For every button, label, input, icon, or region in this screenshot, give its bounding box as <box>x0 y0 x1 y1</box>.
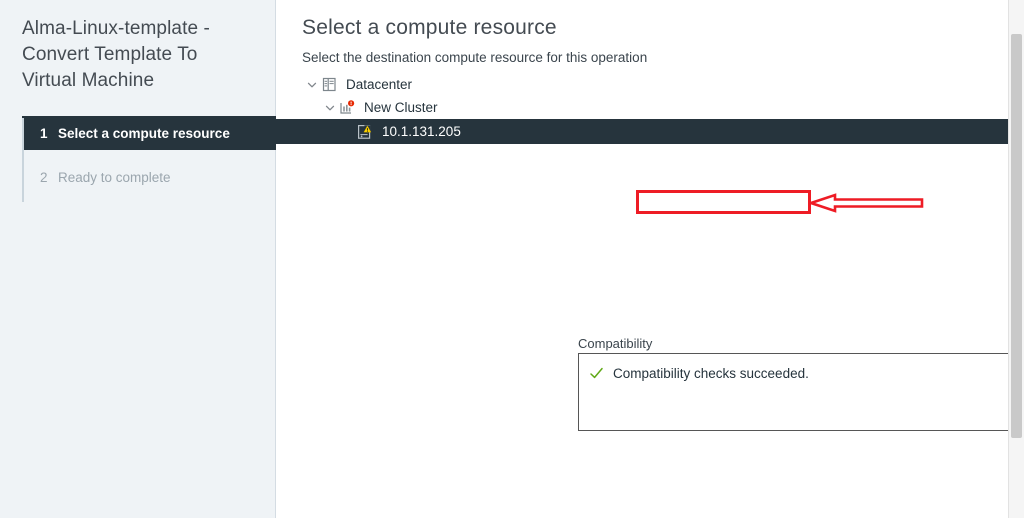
wizard-title: Alma-Linux-template - Convert Template T… <box>22 18 210 91</box>
page-title: Select a compute resource <box>302 16 557 39</box>
compatibility-message: Compatibility checks succeeded. <box>613 366 809 381</box>
annotation-highlight-box <box>636 190 811 214</box>
tree-node-host-10-1-131-205[interactable]: 10.1.131.205 <box>276 119 1024 144</box>
sidebar-step-select-compute-resource[interactable]: 1 Select a compute resource <box>22 116 276 150</box>
convert-template-wizard: Alma-Linux-template - Convert Template T… <box>0 0 1024 518</box>
sidebar-step-ready-to-complete[interactable]: 2 Ready to complete <box>22 160 275 194</box>
wizard-sidebar: Alma-Linux-template - Convert Template T… <box>0 0 276 518</box>
steps-rail <box>22 118 24 202</box>
step-label: Ready to complete <box>58 169 171 185</box>
tree-node-label: New Cluster <box>364 100 438 115</box>
step-label: Select a compute resource <box>58 125 230 141</box>
cluster-icon <box>338 99 356 116</box>
scrollbar-thumb[interactable] <box>1011 34 1022 438</box>
compute-resource-tree: Datacenter New Cluster 10.1.131.205 <box>276 73 1024 214</box>
compatibility-message-row: Compatibility checks succeeded. <box>579 354 1024 381</box>
tree-node-label: 10.1.131.205 <box>382 124 461 139</box>
chevron-down-icon[interactable] <box>304 80 320 90</box>
step-number: 2 <box>40 169 48 185</box>
wizard-steps: 1 Select a compute resource 2 Ready to c… <box>0 116 276 202</box>
step-number: 1 <box>40 125 48 141</box>
tree-node-datacenter[interactable]: Datacenter <box>276 73 1024 96</box>
compatibility-label: Compatibility <box>578 336 653 351</box>
wizard-main-panel: Select a compute resource Select the des… <box>276 0 1024 518</box>
green-check-icon <box>589 366 605 381</box>
compatibility-panel: Compatibility checks succeeded. <box>578 353 1024 431</box>
host-warning-icon <box>356 124 374 140</box>
tree-node-new-cluster[interactable]: New Cluster <box>276 96 1024 119</box>
chevron-down-icon[interactable] <box>322 103 338 113</box>
tree-node-label: Datacenter <box>346 77 413 92</box>
page-subtitle: Select the destination compute resource … <box>302 50 648 65</box>
datacenter-icon <box>320 77 338 92</box>
vertical-scrollbar[interactable] <box>1008 0 1024 518</box>
annotation-arrow-icon <box>806 192 925 219</box>
